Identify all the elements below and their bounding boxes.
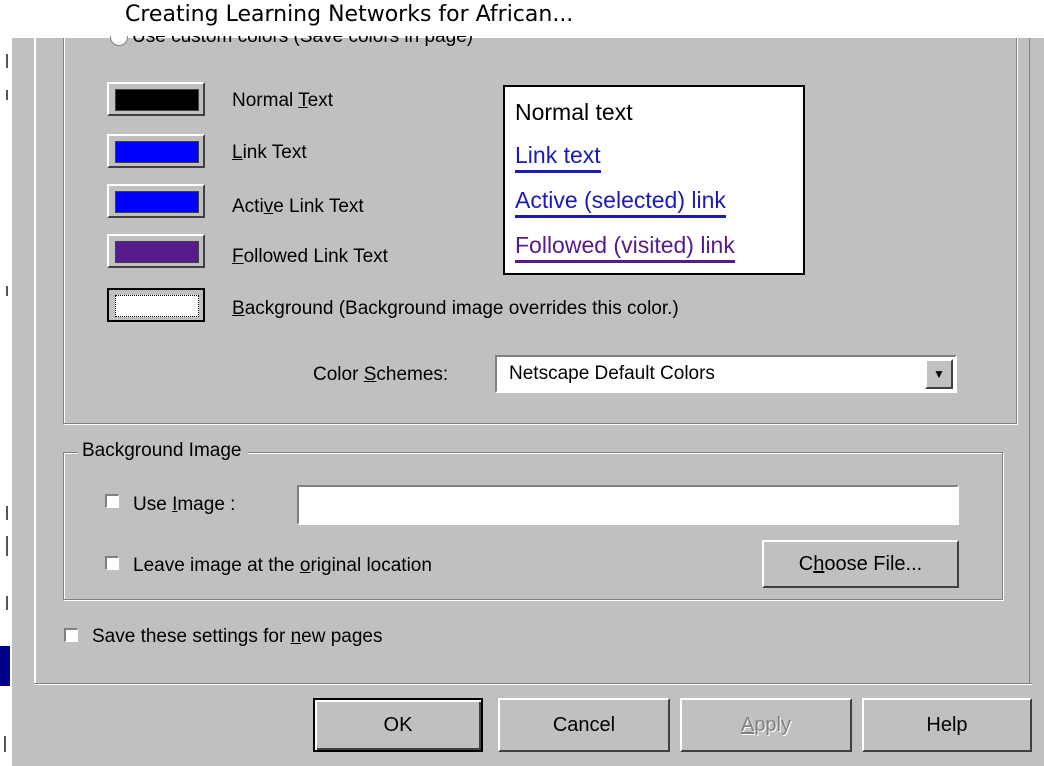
save-settings-label: Save these settings for new pages xyxy=(92,626,383,647)
preview-active-link: Active (selected) link xyxy=(515,187,726,218)
link-text-color-button[interactable] xyxy=(107,134,205,168)
background-window-edge xyxy=(0,36,12,766)
followed-link-color-button[interactable] xyxy=(107,234,205,268)
radio-circle xyxy=(110,36,128,46)
checkbox-box xyxy=(105,556,119,570)
checkbox-box xyxy=(105,494,119,508)
apply-button[interactable]: Apply xyxy=(680,698,852,752)
leave-original-location-checkbox[interactable] xyxy=(105,556,119,570)
use-image-label: Use Image : xyxy=(133,494,236,515)
active-link-label: Active Link Text xyxy=(232,196,364,217)
dialog-inner-edge-left xyxy=(34,36,36,684)
ok-button[interactable]: OK xyxy=(313,698,483,752)
image-path-input[interactable] xyxy=(297,485,959,525)
color-schemes-label: Color Schemes: xyxy=(313,364,449,385)
active-link-swatch xyxy=(115,191,199,213)
color-schemes-value: Netscape Default Colors xyxy=(509,363,715,384)
background-color-button[interactable] xyxy=(107,288,205,322)
custom-colors-radio[interactable]: Use custom colors (Save colors in page) xyxy=(110,36,670,50)
normal-text-label: Normal Text xyxy=(232,90,334,111)
preview-normal-text: Normal text xyxy=(515,99,633,125)
window-title: Creating Learning Networks for African..… xyxy=(125,2,574,27)
followed-link-swatch xyxy=(115,241,199,263)
preview-followed-link: Followed (visited) link xyxy=(515,232,735,263)
normal-text-color-button[interactable] xyxy=(107,82,205,116)
checkbox-box xyxy=(64,628,78,642)
normal-text-swatch xyxy=(115,89,199,111)
color-preview: Normal text Link text Active (selected) … xyxy=(503,85,805,275)
dialog-inner-edge-right xyxy=(1029,36,1030,684)
help-button[interactable]: Help xyxy=(862,698,1032,752)
save-settings-checkbox[interactable] xyxy=(64,628,78,642)
chevron-down-icon[interactable]: ▼ xyxy=(925,359,953,389)
leave-original-location-label: Leave image at the original location xyxy=(133,555,432,576)
dialog-inner-edge-bottom xyxy=(34,683,1032,685)
use-image-checkbox[interactable] xyxy=(105,494,119,508)
active-link-color-button[interactable] xyxy=(107,184,205,218)
background-label: Background (Background image overrides t… xyxy=(232,298,679,319)
choose-file-button[interactable]: Ch oose File... xyxy=(762,540,959,588)
link-text-label: Link Text xyxy=(232,142,307,163)
background-image-legend: Background Image xyxy=(78,440,248,462)
color-schemes-select[interactable]: Netscape Default Colors ▼ xyxy=(495,355,957,393)
preview-link-text: Link text xyxy=(515,142,601,173)
link-text-swatch xyxy=(115,141,199,163)
custom-colors-label: Use custom colors (Save colors in page) xyxy=(132,36,474,47)
background-swatch xyxy=(115,295,199,317)
cancel-button[interactable]: Cancel xyxy=(498,698,670,752)
followed-link-label: Followed Link Text xyxy=(232,246,388,267)
